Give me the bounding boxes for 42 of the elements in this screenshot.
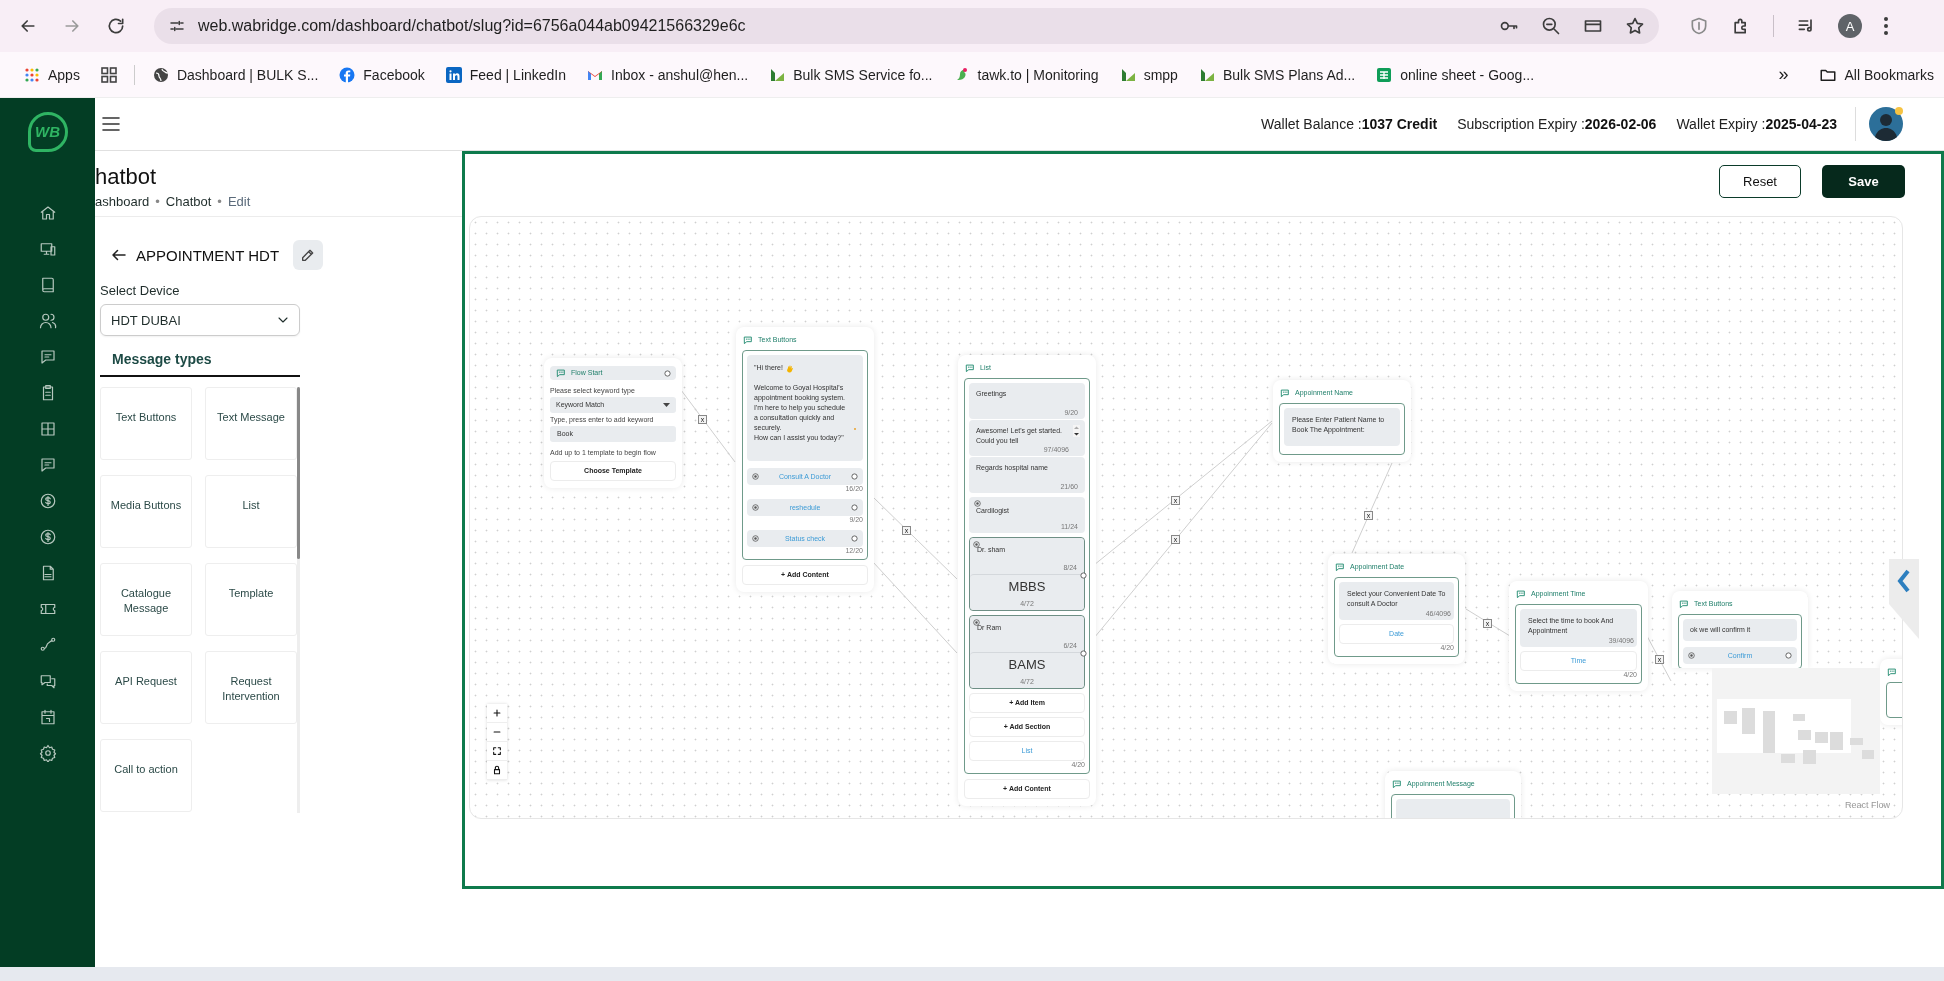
flow-name: APPOINTMENT HDT (136, 246, 280, 264)
message-type-card[interactable]: Catalogue Message (100, 563, 192, 636)
profile-avatar[interactable]: A (1838, 14, 1862, 38)
field-label: Select Device (100, 283, 181, 298)
address-bar[interactable]: web.wabridge.com/dashboard/chatbot/slug?id=6756a044ab09421566329e6c (154, 8, 1659, 44)
reset-button[interactable]: Reset (1719, 165, 1801, 198)
all-bookmarks-button[interactable]: All Bookmarks (1818, 65, 1934, 84)
message-type-card[interactable]: Template (205, 563, 297, 636)
header-stat: Wallet Balance :1037 Credit (1261, 116, 1438, 132)
bookmark[interactable]: tawk.to | Monitoring (953, 66, 1099, 83)
bookmark[interactable]: online sheet - Goog... (1376, 66, 1535, 83)
logo[interactable]: WB (27, 111, 68, 152)
bookmark[interactable]: Dashboard | BULK S... (152, 66, 319, 83)
bookmark[interactable]: smpp (1119, 66, 1178, 83)
page-title: hatbot (95, 163, 158, 191)
message-type-card[interactable]: API Request (100, 651, 192, 724)
bookmark[interactable]: Feed | LinkedIn (445, 66, 567, 83)
field-text: MBBS (1008, 582, 1046, 592)
bookmark[interactable]: Bulk SMS Service fo... (769, 66, 933, 83)
save-button[interactable]: Save (1822, 165, 1905, 198)
message-type-card[interactable]: Media Buttons (100, 475, 192, 548)
breadcrumb-link[interactable]: Chatbot (165, 193, 212, 211)
breadcrumb-link[interactable]: ashboard (95, 193, 150, 211)
header-stat: Subscription Expiry :2026-02-06 (1457, 116, 1657, 132)
tab[interactable]: Message types (100, 351, 224, 375)
message-type-card[interactable]: Call to action (100, 739, 192, 812)
breadcrumb-separator: • (155, 193, 160, 211)
message-type-card[interactable]: Request Intervention (205, 651, 297, 724)
field-text: BAMS (1008, 660, 1046, 670)
message-type-card[interactable]: Text Message (205, 387, 297, 460)
header-stat: Wallet Expiry :2025-04-23 (1676, 116, 1837, 132)
device-select[interactable]: HDT DUBAI (100, 304, 300, 336)
message-type-card[interactable]: List (205, 475, 297, 548)
bookmark[interactable]: Inbox - anshul@hen... (587, 66, 749, 83)
breadcrumb-separator: • (217, 193, 222, 211)
bookmark[interactable]: Apps (24, 66, 80, 83)
bookmark[interactable]: Bulk SMS Plans Ad... (1198, 66, 1356, 83)
url-text: web.wabridge.com/dashboard/chatbot/slug?id=6756a044ab09421566329e6c (198, 17, 747, 35)
bookmark[interactable]: Facebook (339, 66, 425, 83)
message-type-card[interactable]: Text Buttons (100, 387, 192, 460)
more-bookmarks-button[interactable]: » (1778, 64, 1789, 85)
breadcrumb-current: Edit (227, 193, 251, 211)
